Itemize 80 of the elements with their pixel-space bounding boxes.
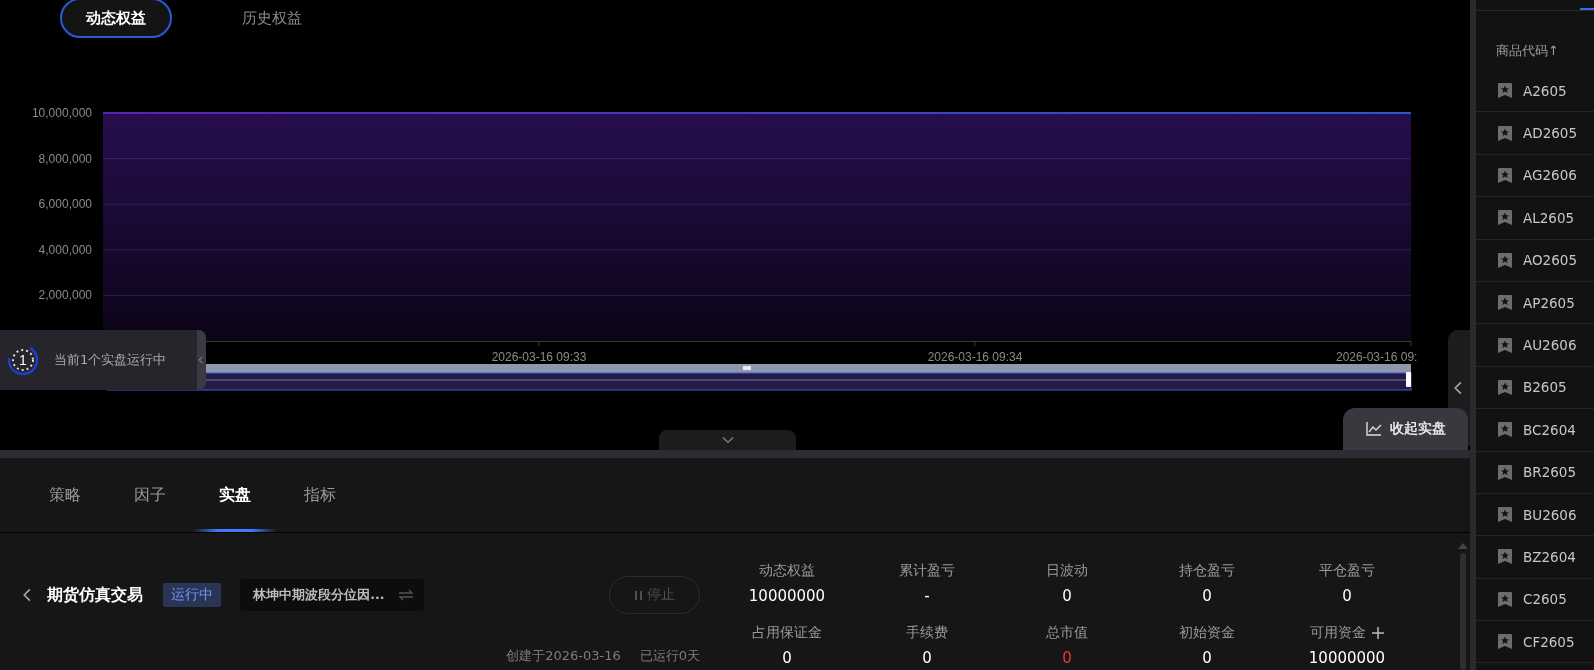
column-header[interactable]: 商品代码↑ (1476, 11, 1594, 70)
bookmark-star-icon[interactable] (1497, 336, 1513, 354)
symbol-row[interactable]: AL2605 (1476, 197, 1594, 240)
symbol-row[interactable]: AP2605 (1476, 281, 1594, 325)
stat-value: 0 (922, 647, 932, 669)
runtime-days: 已运行0天 (639, 647, 700, 665)
panel-tab[interactable]: 实盘 (192, 458, 277, 532)
bookmark-star-icon[interactable] (1497, 548, 1513, 566)
symbol-row[interactable]: C2605 (1476, 578, 1594, 622)
stat-label: 占用保证金 (752, 623, 822, 642)
bookmark-star-icon[interactable] (1497, 421, 1513, 439)
symbol-row[interactable]: AG2606 (1476, 154, 1594, 198)
stat-value: 0 (1062, 647, 1072, 669)
symbol-row[interactable]: B2605 (1476, 366, 1594, 410)
pause-icon (634, 590, 642, 600)
panel-tab[interactable]: 指标 (277, 458, 362, 532)
stat-value: 0 (1202, 647, 1212, 669)
stat-value: 10000000 (1308, 647, 1386, 669)
symbol-row[interactable]: CF2605 (1476, 621, 1594, 664)
stat-value: 0 (1342, 586, 1352, 607)
symbol-row[interactable]: BC2604 (1476, 409, 1594, 452)
symbol-row[interactable]: BZ2604 (1476, 536, 1594, 579)
stat-label: 日波动 (1046, 562, 1088, 580)
x-axis-label: 2026-03-16 09:34 (927, 350, 1023, 364)
stat-value: 0 (1202, 586, 1212, 607)
swap-icon (398, 589, 415, 601)
bookmark-star-icon[interactable] (1497, 633, 1513, 651)
zoom-slider[interactable] (106, 364, 1412, 391)
stat-value: - (924, 586, 930, 607)
symbol-row[interactable]: BU2606 (1476, 493, 1594, 537)
status-badge: 运行中 (163, 583, 222, 607)
notice-collapse-handle[interactable] (197, 330, 206, 390)
stat-label: 可用资金 (1310, 623, 1366, 642)
bookmark-star-icon[interactable] (1497, 506, 1513, 524)
scrollbar-thumb[interactable] (1460, 553, 1466, 670)
stat-label: 手续费 (906, 623, 948, 642)
bookmark-star-icon[interactable] (1497, 166, 1513, 184)
stat-label: 持仓盈亏 (1179, 562, 1235, 580)
strategy-select[interactable]: 林坤中期波段分位因... (240, 579, 425, 611)
bookmark-star-icon[interactable] (1497, 124, 1513, 142)
chevron-down-icon[interactable] (720, 435, 735, 445)
bookmark-star-icon[interactable] (1497, 590, 1513, 608)
live-title: 期货仿真交易 (47, 584, 144, 606)
x-axis-label: 2026-03-16 09: (1336, 350, 1418, 364)
panel-tab[interactable]: 策略 (22, 458, 107, 532)
y-axis-label: 4,000,000 (38, 242, 92, 257)
created-date: 创建于2026-03-16 (506, 647, 621, 665)
stat-label: 平仓盈亏 (1319, 562, 1375, 580)
running-notice[interactable]: 1 当前1个实盘运行中 (0, 330, 206, 390)
collapse-button[interactable]: 收起实盘 (1343, 408, 1468, 450)
bookmark-star-icon[interactable] (1497, 463, 1513, 481)
bookmark-star-icon[interactable] (1497, 209, 1513, 227)
chart-tab[interactable]: 动态权益 (60, 0, 172, 38)
bookmark-star-icon[interactable] (1497, 82, 1513, 100)
panel-tab[interactable]: 因子 (107, 458, 192, 532)
symbol-row[interactable]: AU2606 (1476, 324, 1594, 367)
stat-label: 动态权益 (759, 562, 815, 580)
symbol-row[interactable]: AD2605 (1476, 112, 1594, 155)
y-axis-label: 10,000,000 (31, 106, 92, 120)
y-axis-label: 2,000,000 (38, 288, 92, 303)
y-axis-label: 8,000,000 (38, 151, 92, 166)
running-notice-text: 当前1个实盘运行中 (54, 351, 167, 369)
stat-value: 0 (782, 647, 792, 669)
symbol-row[interactable]: AO2605 (1476, 239, 1594, 282)
stat-label: 初始资金 (1179, 623, 1235, 642)
line-chart-icon (1365, 422, 1382, 436)
symbol-row[interactable]: A2605 (1476, 70, 1594, 113)
stat-label: 总市值 (1046, 623, 1088, 642)
tab-indicator (1580, 8, 1594, 10)
y-axis-label: 6,000,000 (38, 197, 92, 212)
chart-tab[interactable]: 历史权益 (216, 0, 328, 38)
bookmark-star-icon[interactable] (1497, 251, 1513, 269)
plus-icon[interactable] (1372, 626, 1384, 639)
x-axis-label: 2026-03-16 09:33 (491, 350, 587, 364)
stat-value: 10000000 (748, 586, 826, 607)
stat-label: 累计盈亏 (899, 562, 955, 580)
bookmark-star-icon[interactable] (1497, 294, 1513, 312)
symbol-row[interactable]: BR2605 (1476, 451, 1594, 494)
stat-value: 0 (1062, 586, 1072, 607)
bookmark-star-icon[interactable] (1497, 378, 1513, 396)
